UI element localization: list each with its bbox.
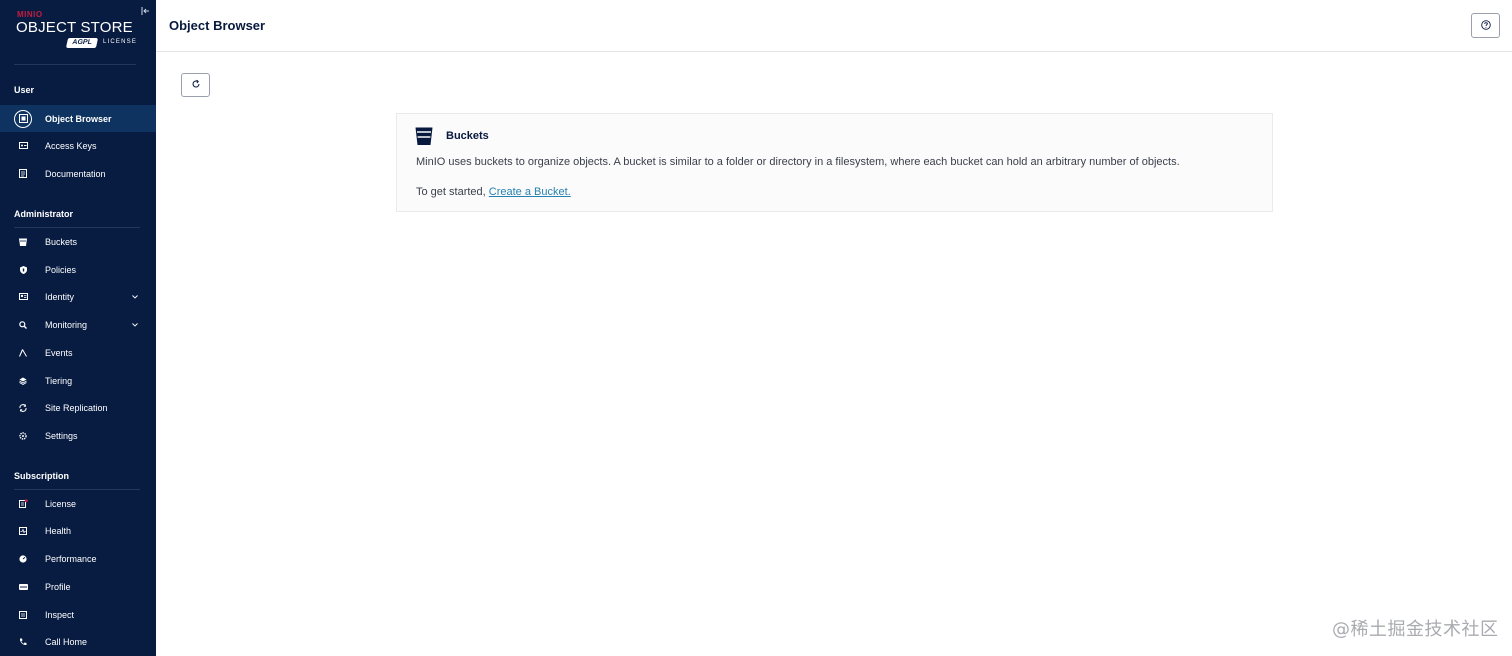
refresh-button[interactable] — [181, 73, 210, 97]
empty-state-description: MinIO uses buckets to organize objects. … — [416, 156, 1180, 168]
settings-icon — [16, 429, 30, 443]
watermark: @稀土掘金技术社区 — [1332, 619, 1499, 640]
sidebar-item-label: Policies — [45, 264, 77, 275]
sidebar-item-label: Health — [45, 525, 72, 536]
object-browser-icon — [14, 109, 32, 128]
sidebar-item-label: Call Home — [45, 636, 88, 647]
sidebar: MINIO OBJECT STORE AGPL LICENSE User Obj… — [0, 0, 156, 656]
chevron-down-icon[interactable] — [131, 321, 139, 329]
brand-minio-text: MINIO — [17, 10, 43, 19]
sidebar-item-label: Tiering — [45, 375, 73, 386]
help-button[interactable] — [1471, 13, 1500, 38]
sidebar-item-label: Profile — [45, 581, 71, 592]
identity-icon — [16, 290, 30, 304]
documentation-icon — [16, 167, 30, 181]
sidebar-item-profile[interactable]: Profile — [0, 573, 156, 600]
page-header: Object Browser — [156, 0, 1512, 52]
inspect-icon — [16, 608, 30, 622]
monitoring-icon — [16, 318, 30, 332]
profile-icon — [16, 580, 30, 594]
sidebar-item-label: Buckets — [45, 236, 78, 247]
sidebar-item-license[interactable]: License — [0, 490, 156, 517]
policies-icon — [16, 263, 30, 277]
sidebar-item-label: License — [45, 498, 77, 509]
license-icon — [16, 497, 30, 511]
sidebar-item-documentation[interactable]: Documentation — [0, 160, 156, 187]
section-title-user: User — [14, 85, 35, 95]
sidebar-item-call-home[interactable]: Call Home — [0, 628, 156, 655]
access-keys-icon — [16, 139, 30, 153]
empty-state-call-to-action: To get started, Create a Bucket. — [416, 186, 571, 198]
refresh-icon — [191, 76, 201, 94]
sidebar-item-label: Access Keys — [45, 140, 97, 151]
sidebar-item-label: Inspect — [45, 609, 75, 620]
events-icon — [16, 346, 30, 360]
sidebar-item-inspect[interactable]: Inspect — [0, 601, 156, 628]
help-icon — [1480, 17, 1491, 35]
buckets-empty-state: Buckets MinIO uses buckets to organize o… — [396, 113, 1273, 212]
sidebar-item-buckets[interactable]: Buckets — [0, 228, 156, 255]
sidebar-item-settings[interactable]: Settings — [0, 422, 156, 449]
empty-state-title: Buckets — [446, 130, 489, 142]
sidebar-item-label: Site Replication — [45, 402, 108, 413]
brand-divider — [14, 64, 136, 65]
site-replication-icon — [16, 401, 30, 415]
sidebar-item-health[interactable]: Health — [0, 517, 156, 544]
sidebar-item-label: Performance — [45, 553, 97, 564]
sidebar-item-label: Events — [45, 347, 73, 358]
tiering-icon — [16, 374, 30, 388]
brand-license-text: LICENSE — [103, 39, 138, 45]
sidebar-item-label: Identity — [45, 291, 75, 302]
sidebar-item-performance[interactable]: Performance — [0, 545, 156, 572]
health-icon — [16, 524, 30, 538]
sidebar-item-monitoring[interactable]: Monitoring — [0, 311, 156, 338]
create-bucket-link[interactable]: Create a Bucket. — [489, 186, 571, 198]
bucket-icon — [415, 126, 433, 146]
sidebar-item-site-replication[interactable]: Site Replication — [0, 394, 156, 421]
sidebar-item-label: Documentation — [45, 168, 106, 179]
buckets-icon — [16, 235, 30, 249]
sidebar-item-tiering[interactable]: Tiering — [0, 367, 156, 394]
call-home-icon — [16, 635, 30, 649]
page-title: Object Browser — [169, 18, 266, 33]
sidebar-item-label: Object Browser — [45, 113, 112, 124]
performance-icon — [16, 552, 30, 566]
collapse-sidebar-icon[interactable] — [139, 6, 151, 18]
brand-product-text: OBJECT STORE — [16, 19, 133, 36]
sidebar-item-object-browser[interactable]: Object Browser — [0, 105, 156, 132]
brand-agpl-badge: AGPL — [65, 38, 99, 48]
brand-logo[interactable]: MINIO OBJECT STORE AGPL LICENSE — [16, 10, 140, 50]
chevron-down-icon[interactable] — [131, 293, 139, 301]
sidebar-item-access-keys[interactable]: Access Keys — [0, 132, 156, 159]
section-title-subscription: Subscription — [14, 471, 70, 481]
sidebar-item-label: Monitoring — [45, 319, 88, 330]
sidebar-item-events[interactable]: Events — [0, 339, 156, 366]
sidebar-item-policies[interactable]: Policies — [0, 256, 156, 283]
section-title-administrator: Administrator — [14, 209, 74, 219]
get-started-text: To get started, — [416, 186, 486, 198]
sidebar-item-label: Settings — [45, 430, 78, 441]
sidebar-item-identity[interactable]: Identity — [0, 283, 156, 310]
